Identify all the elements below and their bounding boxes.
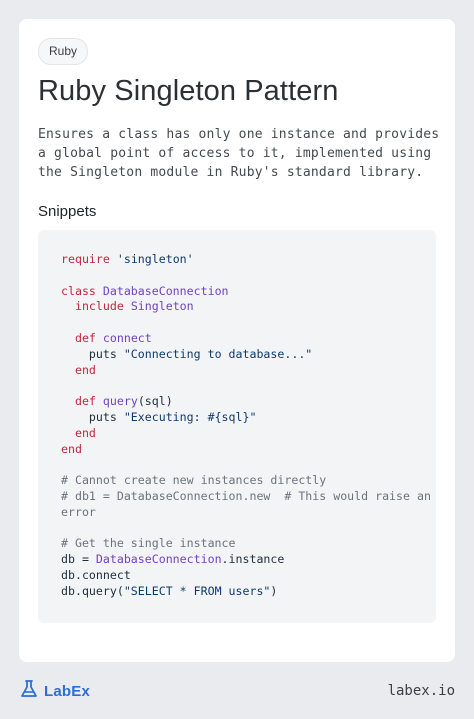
brand-name: LabEx — [44, 682, 91, 700]
labex-logo[interactable]: LabEx — [19, 679, 91, 704]
code-line: def query(sql) — [74, 394, 173, 409]
code-line: include Singleton — [74, 299, 194, 314]
code-line: class DatabaseConnection — [61, 283, 229, 298]
code-line: # Cannot create new instances directly — [61, 473, 327, 488]
description-line: the Singleton module in Ruby's standard … — [38, 165, 424, 180]
code-line: # Get the single instance — [61, 536, 236, 551]
code-line: db = DatabaseConnection.instance — [61, 552, 285, 567]
code-line: end — [61, 441, 82, 456]
language-tag[interactable]: Ruby — [38, 38, 89, 65]
code-line: error — [61, 504, 96, 519]
description-line: a global point of access to it, implemen… — [38, 146, 432, 161]
page-title: Ruby Singleton Pattern — [38, 75, 339, 107]
site-url[interactable]: labex.io — [388, 680, 455, 702]
code-line: # db1 = DatabaseConnection.new # This wo… — [61, 488, 431, 503]
snippet-card: Ruby Ruby Singleton Pattern Ensures a cl… — [19, 19, 455, 662]
code-content: require 'singleton' class DatabaseConnect… — [61, 252, 431, 600]
code-line: db.query("SELECT * FROM users") — [61, 583, 278, 598]
description: Ensures a class has only one instance an… — [38, 125, 440, 182]
flask-icon — [19, 679, 39, 704]
snippets-heading: Snippets — [38, 203, 97, 220]
code-line: require 'singleton' — [61, 252, 194, 266]
code-block[interactable]: require 'singleton' class DatabaseConnect… — [38, 230, 436, 623]
code-line: puts "Connecting to database..." — [88, 346, 313, 361]
description-line: Ensures a class has only one instance an… — [38, 127, 440, 142]
code-line: end — [74, 425, 96, 440]
code-line: db.connect — [61, 567, 131, 582]
code-line: end — [74, 362, 96, 377]
code-line: def connect — [74, 330, 152, 345]
code-line: puts "Executing: #{sql}" — [88, 409, 257, 424]
